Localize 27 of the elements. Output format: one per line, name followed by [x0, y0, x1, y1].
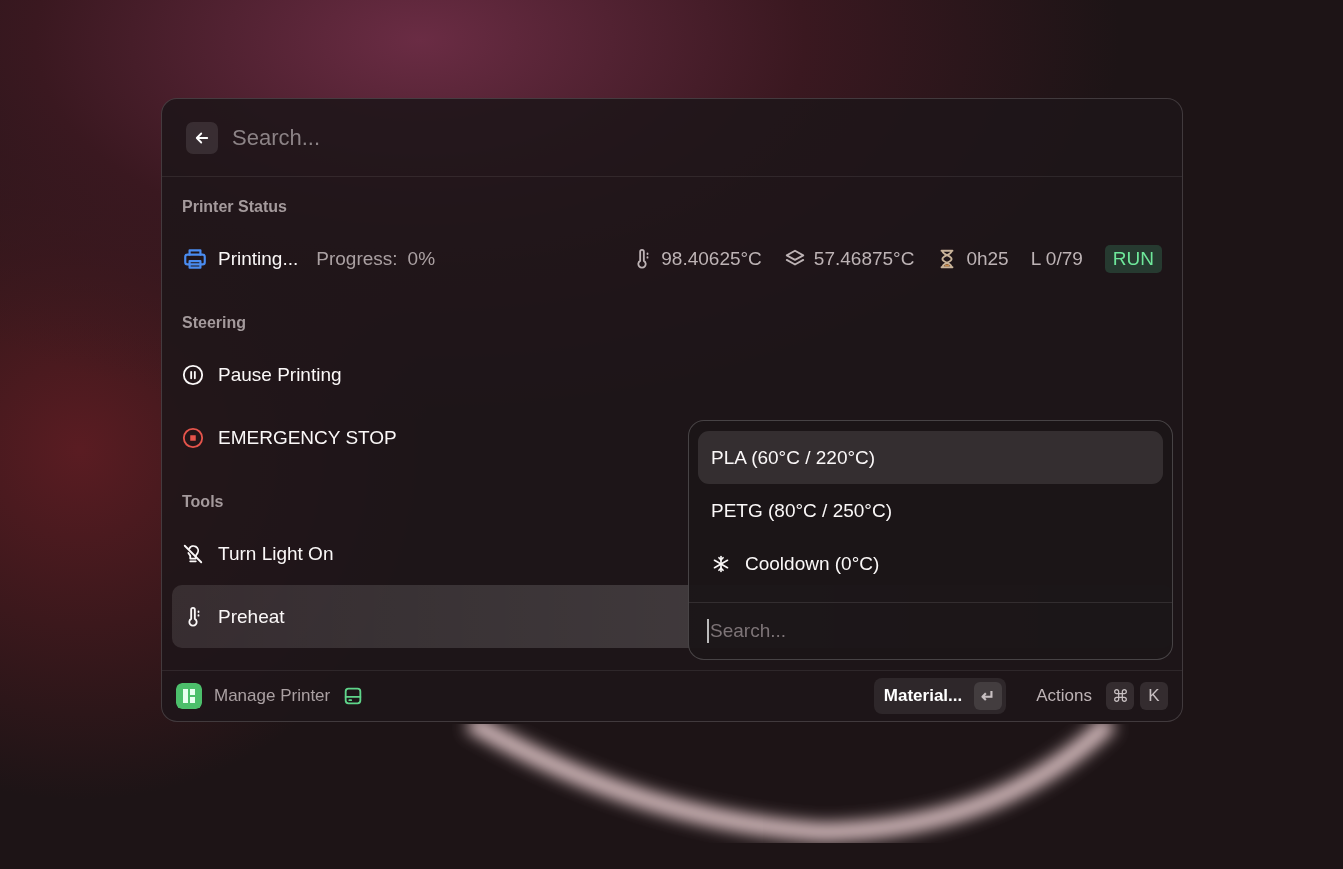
primary-action-button[interactable]: Material... ↵	[873, 678, 1007, 714]
shortcut-key: K	[1140, 682, 1168, 710]
section-title: Steering	[181, 313, 247, 333]
progress-label: Progress:	[316, 247, 398, 270]
search-field[interactable]: Search...	[230, 123, 1158, 152]
section-title: Tools	[181, 492, 225, 512]
shortcut-key: ⌘	[1106, 682, 1134, 710]
menu-option[interactable]: PLA (60°C / 220°C)	[698, 431, 1163, 484]
printer-state: Printing...	[218, 247, 299, 270]
bed-temperature: 57.46875°C	[813, 247, 915, 270]
app-icon	[176, 683, 202, 709]
back-button[interactable]	[186, 121, 218, 154]
extension-title: Manage Printer	[214, 686, 331, 706]
nozzle-temperature: 98.40625°C	[661, 247, 762, 270]
stop-icon	[182, 426, 204, 449]
snowflake-icon	[711, 553, 731, 574]
elapsed-time: 0h25	[966, 247, 1009, 270]
menu-option[interactable]: PETG (80°C / 250°C)	[698, 484, 1163, 537]
progress-value: 0%	[407, 247, 436, 270]
layer-count: L 0/79	[1030, 247, 1083, 270]
actions-button[interactable]: Actions	[1036, 686, 1100, 706]
command-item[interactable]: Pause Printing	[172, 343, 1172, 406]
dropdown-search-field[interactable]: Search...	[707, 619, 1154, 643]
pause-icon	[182, 363, 204, 386]
light-off-icon	[182, 542, 204, 565]
status-badge: RUN	[1104, 244, 1162, 273]
section-title: Printer Status	[181, 197, 288, 217]
